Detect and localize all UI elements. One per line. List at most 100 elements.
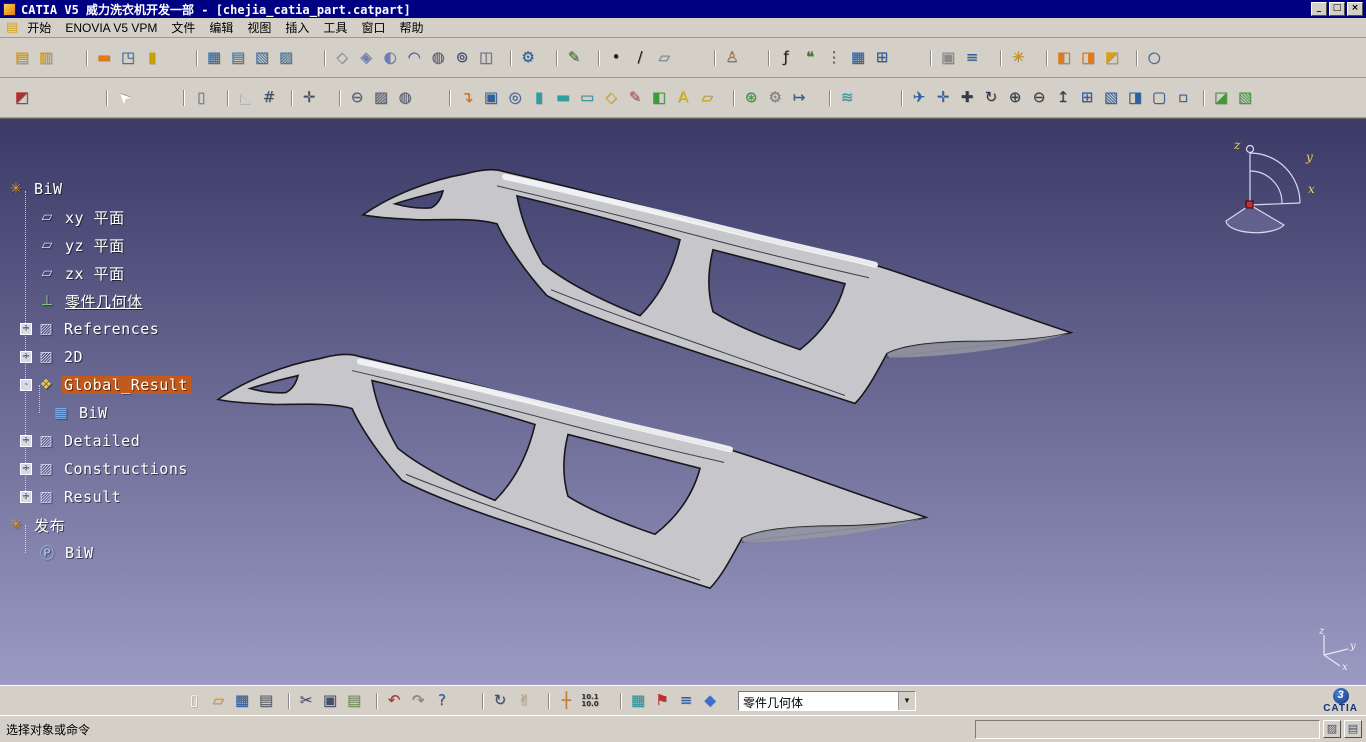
- multi-view-icon[interactable]: ⊞: [1075, 86, 1099, 110]
- tree-item-plane-zx[interactable]: ▱zx 平面: [6, 259, 191, 287]
- small-plane-icon[interactable]: ▱: [695, 86, 719, 110]
- pencil-edit-icon[interactable]: ✎: [623, 86, 647, 110]
- tree-label-publication-biw[interactable]: BiW: [62, 544, 97, 562]
- green-cube-icon[interactable]: ◧: [647, 86, 671, 110]
- tree-label-global-result-biw[interactable]: BiW: [76, 404, 111, 422]
- circle-window-icon[interactable]: ◎: [503, 86, 527, 110]
- hidden-line-icon[interactable]: ▢: [1147, 86, 1171, 110]
- gear-globe-icon[interactable]: ⊛: [739, 86, 763, 110]
- shade-sphere-icon[interactable]: ◍: [393, 86, 417, 110]
- tree-label-part-body[interactable]: 零件几何体: [62, 291, 146, 312]
- tree-label-global-result[interactable]: Global_Result: [61, 376, 191, 394]
- circle-tool-icon[interactable]: ○: [1142, 46, 1166, 70]
- fly-mode-icon[interactable]: ✈: [907, 86, 931, 110]
- normal-view-icon[interactable]: ↥: [1051, 86, 1075, 110]
- tree-item-result[interactable]: +▨Result: [6, 483, 191, 511]
- menu-item-2[interactable]: ENOVIA V5 VPM: [58, 19, 164, 37]
- menu-item-5[interactable]: 视图: [240, 17, 278, 38]
- exit-workbench-icon[interactable]: ↴: [455, 86, 479, 110]
- catalog-book-icon[interactable]: ▧: [250, 46, 274, 70]
- tree-expander-sketches-2d[interactable]: +: [20, 351, 32, 363]
- fit-all-icon[interactable]: ✛: [931, 86, 955, 110]
- lock-icon[interactable]: ▣: [936, 46, 960, 70]
- annotation-a-icon[interactable]: A: [671, 86, 695, 110]
- rule-icon[interactable]: ⋮: [822, 46, 846, 70]
- enovia-save-icon[interactable]: ▥: [34, 46, 58, 70]
- units-icon[interactable]: 10.1 10.0: [578, 689, 602, 713]
- wireframe-icon[interactable]: ▫: [1171, 86, 1195, 110]
- sketcher-icon[interactable]: ◺: [233, 86, 257, 110]
- menu-item-8[interactable]: 窗口: [354, 17, 392, 38]
- tree-expander-detailed[interactable]: +: [20, 435, 32, 447]
- zoom-in-icon[interactable]: ⊕: [1003, 86, 1027, 110]
- tree-label-detailed[interactable]: Detailed: [61, 432, 143, 450]
- snap-icon[interactable]: ✛: [297, 86, 321, 110]
- design-table-icon[interactable]: ▦: [846, 46, 870, 70]
- iso-box-2-icon[interactable]: ◨: [1076, 46, 1100, 70]
- iso-box-3-icon[interactable]: ◩: [1100, 46, 1124, 70]
- undo-icon[interactable]: ↶: [382, 689, 406, 713]
- disk-icon[interactable]: ▬: [551, 86, 575, 110]
- component-palette-icon[interactable]: ▨: [274, 46, 298, 70]
- tree-label-plane-yz[interactable]: yz 平面: [62, 235, 128, 256]
- knowledge-inspector-icon[interactable]: ⊞: [870, 46, 894, 70]
- tree-item-global-result[interactable]: -❖Global_Result: [6, 371, 191, 399]
- open-catalog-icon[interactable]: ▦: [202, 46, 226, 70]
- plane-icon[interactable]: ▱: [652, 46, 676, 70]
- join-icon[interactable]: ◇: [330, 46, 354, 70]
- structure-list-icon[interactable]: ≡: [674, 689, 698, 713]
- status-tray-icon-2[interactable]: ▤: [1344, 720, 1362, 738]
- enovia-work-icon[interactable]: ▤: [10, 46, 34, 70]
- healing-icon[interactable]: ◈: [354, 46, 378, 70]
- model-upper-side-frame[interactable]: [363, 170, 1071, 404]
- tree-expander-constructions[interactable]: +: [20, 463, 32, 475]
- shaded-view-icon[interactable]: ◨: [1123, 86, 1147, 110]
- menu-item-7[interactable]: 工具: [316, 17, 354, 38]
- tree-item-constructions[interactable]: +▨Constructions: [6, 455, 191, 483]
- compass-anchor[interactable]: [1246, 201, 1253, 208]
- pan-hand-icon[interactable]: ✌: [512, 689, 536, 713]
- cut-icon[interactable]: ✂: [294, 689, 318, 713]
- tree-item-plane-yz[interactable]: ▱yz 平面: [6, 231, 191, 259]
- maximize-button[interactable]: □: [1329, 2, 1345, 16]
- menu-item-4[interactable]: 编辑: [202, 17, 240, 38]
- measure-between-icon[interactable]: ◳: [116, 46, 140, 70]
- tree-label-constructions[interactable]: Constructions: [61, 460, 191, 478]
- point-icon[interactable]: •: [604, 46, 628, 70]
- sketch-analysis-icon[interactable]: ✎: [562, 46, 586, 70]
- tree-item-sketches-2d[interactable]: +▨2D: [6, 343, 191, 371]
- tree-item-biw-root[interactable]: ✳BiW: [6, 175, 191, 203]
- tree-item-references[interactable]: +▨References: [6, 315, 191, 343]
- hatch-sphere-icon[interactable]: ▨: [369, 86, 393, 110]
- revolve-surface-icon[interactable]: ⊚: [450, 46, 474, 70]
- menu-item-6[interactable]: 插入: [278, 17, 316, 38]
- layer-green-icon[interactable]: ▧: [1233, 86, 1257, 110]
- library-icon[interactable]: ▤: [226, 46, 250, 70]
- tree-label-publications[interactable]: 发布: [31, 515, 68, 536]
- pan-icon[interactable]: ✚: [955, 86, 979, 110]
- minimize-button[interactable]: _: [1311, 2, 1327, 16]
- transfer-icon[interactable]: ↦: [787, 86, 811, 110]
- compass[interactable]: z y x: [1216, 137, 1321, 247]
- settings-gear-icon[interactable]: ⚙: [516, 46, 540, 70]
- tree-item-global-result-biw[interactable]: ▦BiW: [6, 399, 191, 427]
- tree-item-publication-biw[interactable]: ⓅBiW: [6, 539, 191, 567]
- catalog-teal-icon[interactable]: ▦: [626, 689, 650, 713]
- line-icon[interactable]: /: [628, 46, 652, 70]
- symmetry-icon[interactable]: ◫: [474, 46, 498, 70]
- untrim-icon[interactable]: ◐: [378, 46, 402, 70]
- surface-diamond-icon[interactable]: ◇: [599, 86, 623, 110]
- extract-icon[interactable]: ◍: [426, 46, 450, 70]
- save-icon[interactable]: ▦: [230, 689, 254, 713]
- menu-item-1[interactable]: 开始: [20, 17, 58, 38]
- macro-icon[interactable]: ▯: [189, 86, 213, 110]
- power-input-field[interactable]: [975, 720, 1320, 739]
- tree-item-detailed[interactable]: +▨Detailed: [6, 427, 191, 455]
- tree-label-references[interactable]: References: [61, 320, 162, 338]
- formula-fx-icon[interactable]: ƒ: [774, 46, 798, 70]
- slab-icon[interactable]: ▭: [575, 86, 599, 110]
- tree-item-part-body[interactable]: ⊥零件几何体: [6, 287, 191, 315]
- refresh-icon[interactable]: ↻: [488, 689, 512, 713]
- update-icon[interactable]: ◩: [10, 86, 34, 110]
- measure-ruler-icon[interactable]: ▬: [92, 46, 116, 70]
